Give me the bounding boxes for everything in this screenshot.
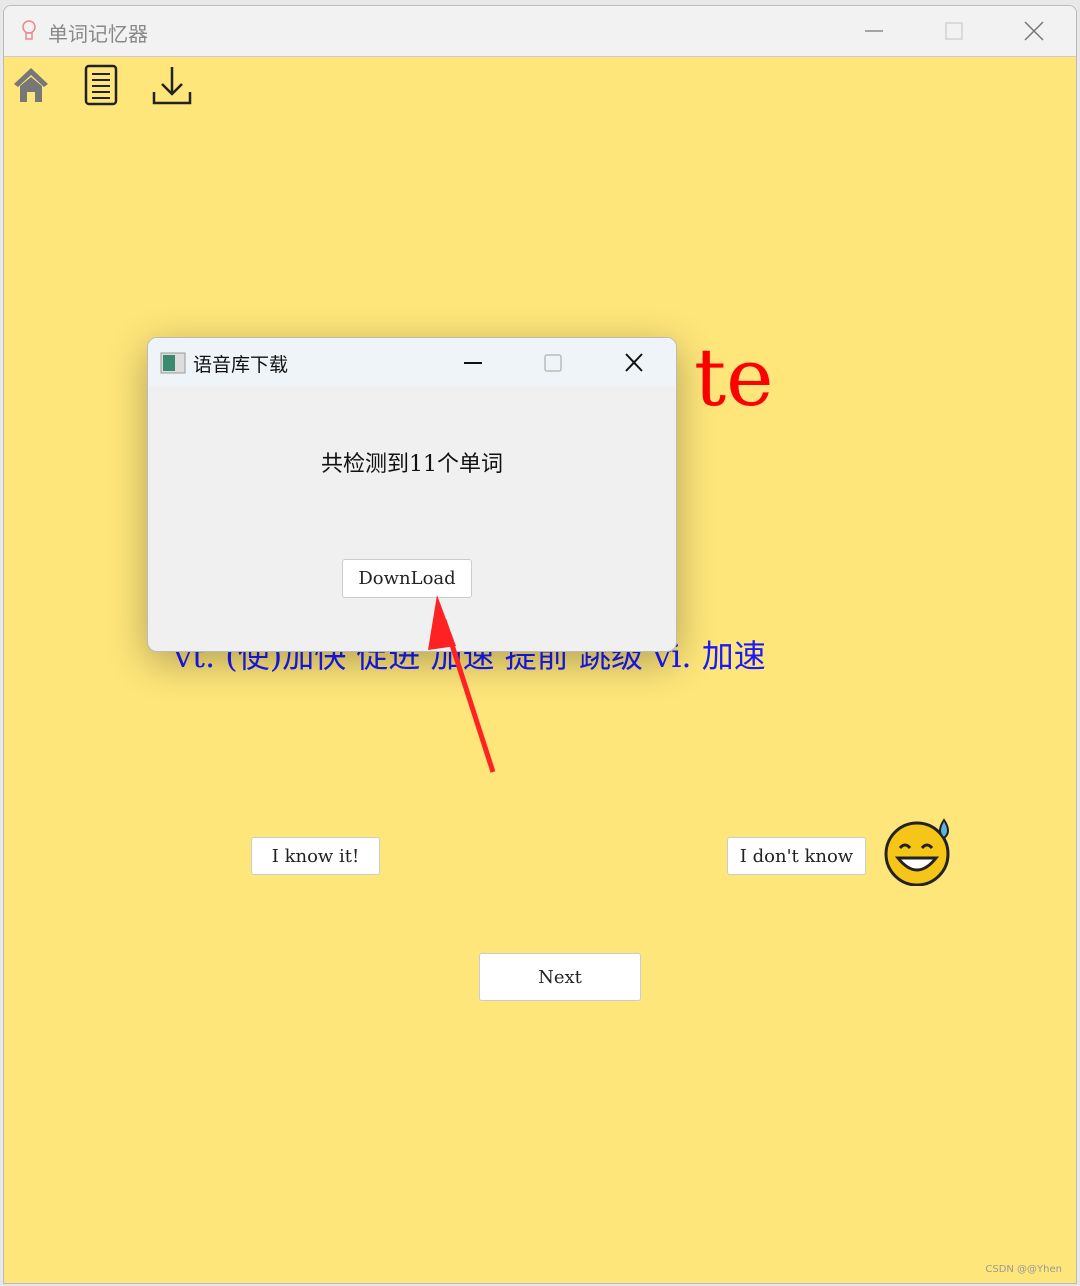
download-icon[interactable] — [150, 64, 194, 108]
close-button[interactable] — [1014, 16, 1054, 46]
dialog-minimize-button[interactable] — [453, 348, 493, 378]
window-title: 单词记忆器 — [48, 22, 148, 46]
home-icon[interactable] — [12, 64, 50, 104]
word-text: te — [694, 331, 774, 424]
notebook-icon[interactable] — [82, 64, 120, 106]
minimize-button[interactable] — [854, 16, 894, 46]
dialog-title: 语音库下载 — [193, 354, 289, 376]
dialog-close-button[interactable] — [614, 348, 654, 378]
sweat-smile-emoji-icon — [884, 818, 950, 886]
maximize-button[interactable] — [934, 16, 974, 46]
next-button[interactable]: Next — [479, 953, 641, 1001]
voice-library-dialog: 语音库下载 共检测到11个单词 DownLoad — [147, 337, 677, 652]
title-bar: 单词记忆器 — [4, 6, 1076, 57]
dont-know-button[interactable]: I don't know — [727, 837, 866, 875]
know-button[interactable]: I know it! — [251, 837, 380, 875]
lightbulb-icon — [22, 20, 36, 40]
word-count-message: 共检测到11个单词 — [321, 452, 503, 477]
app-icon — [160, 352, 186, 374]
watermark: CSDN @@Yhen — [985, 1264, 1062, 1275]
red-arrow-annotation — [428, 595, 496, 773]
dialog-maximize-button[interactable] — [533, 348, 573, 378]
dialog-title-bar: 语音库下载 — [148, 338, 676, 386]
